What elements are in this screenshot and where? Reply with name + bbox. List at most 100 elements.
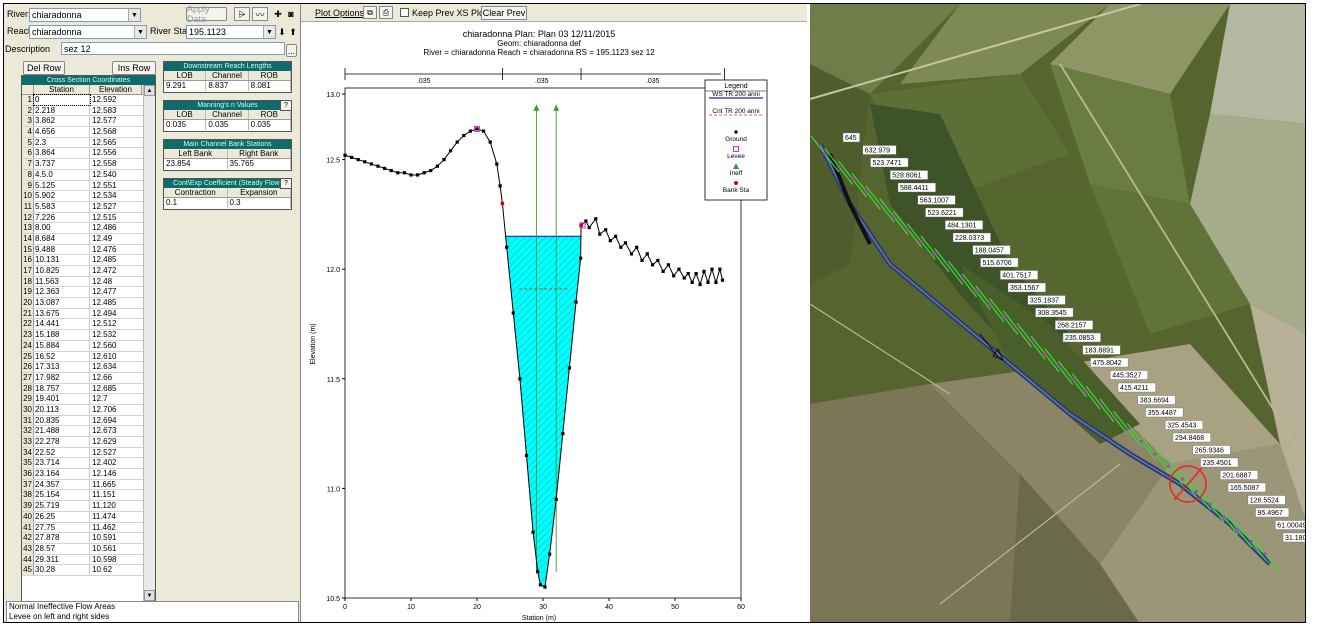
map-xs-label[interactable]: 228.0373 — [955, 235, 984, 242]
map-xs-label[interactable]: 61.00049 — [1277, 523, 1306, 530]
map-xs-label[interactable]: 235.0853 — [1065, 335, 1094, 342]
station-cell[interactable]: 21.488 — [34, 426, 90, 436]
row-number[interactable]: 24 — [22, 340, 34, 351]
row-number[interactable]: 43 — [22, 543, 34, 554]
row-number[interactable]: 31 — [22, 415, 34, 426]
station-cell[interactable]: 10.825 — [34, 266, 90, 276]
station-cell[interactable]: 17.313 — [34, 362, 90, 372]
table-row[interactable]: 8 4.5.0 12.540 — [22, 169, 155, 181]
print-icon[interactable]: ⎙ — [379, 6, 393, 19]
table-row[interactable]: 41 27.75 11.462 — [22, 522, 155, 534]
map-xs-label[interactable]: 268.2157 — [1057, 323, 1086, 330]
contraction-cell[interactable]: 0.1 — [164, 198, 228, 208]
row-number[interactable]: 5 — [22, 137, 34, 148]
table-row[interactable]: 19 12.363 12.477 — [22, 287, 155, 299]
row-number[interactable]: 23 — [22, 330, 34, 340]
elevation-cell[interactable]: 10.62 — [90, 565, 142, 575]
coordinates-table[interactable]: Cross Section Coordinates Station Elevat… — [21, 75, 156, 602]
elevation-cell[interactable]: 12.540 — [90, 170, 142, 180]
plot-ws-icon[interactable]: 〰 — [252, 7, 268, 21]
coordinates-scrollbar[interactable]: ▲ ▼ — [143, 85, 155, 601]
station-cell[interactable]: 10.131 — [34, 255, 90, 265]
elevation-cell[interactable]: 12.527 — [90, 448, 142, 458]
del-row-button[interactable]: Del Row — [23, 61, 65, 75]
station-cell[interactable]: 22.278 — [34, 437, 90, 447]
table-row[interactable]: 34 22.52 12.527 — [22, 447, 155, 459]
table-row[interactable]: 9 5.125 12.551 — [22, 180, 155, 192]
coefficients-help-button[interactable]: ? — [280, 178, 292, 189]
station-cell[interactable]: 4.5.0 — [34, 169, 90, 180]
station-cell[interactable]: 14.441 — [34, 319, 90, 330]
row-number[interactable]: 41 — [22, 522, 34, 533]
map-xs-label[interactable]: 165.5087 — [1230, 485, 1259, 492]
station-cell[interactable]: 20.113 — [34, 404, 90, 415]
chevron-down-icon[interactable]: ▼ — [128, 9, 140, 21]
table-row[interactable]: 45 30.28 10.62 — [22, 565, 155, 576]
station-cell[interactable]: 16.52 — [34, 351, 90, 362]
elevation-cell[interactable]: 12.49 — [90, 234, 142, 244]
row-number[interactable]: 2 — [22, 105, 34, 116]
elevation-cell[interactable]: 12.476 — [90, 245, 142, 255]
table-row[interactable]: 42 27.878 10.591 — [22, 533, 155, 544]
river-select[interactable]: chiaradonna ▼ — [29, 8, 141, 22]
clear-prev-button[interactable]: Clear Prev — [481, 6, 527, 20]
map-xs-label[interactable]: 632.979 — [865, 148, 890, 155]
plot-options-link[interactable]: Plot Options — [315, 8, 364, 18]
station-cell[interactable]: 13.087 — [34, 298, 90, 308]
map-xs-label[interactable]: 235.4501 — [1203, 460, 1232, 467]
map-xs-label[interactable]: 188.0457 — [975, 248, 1004, 255]
reach-select[interactable]: chiaradonna ▼ — [29, 25, 147, 39]
station-cell[interactable]: 18.757 — [34, 383, 90, 394]
map-xs-label[interactable]: 475.8042 — [1093, 360, 1122, 367]
table-row[interactable]: 7 3.737 12.558 — [22, 159, 155, 170]
row-number[interactable]: 45 — [22, 565, 34, 575]
row-number[interactable]: 6 — [22, 148, 34, 159]
table-row[interactable]: 22 14.441 12.512 — [22, 319, 155, 331]
row-number[interactable]: 30 — [22, 404, 34, 415]
elevation-cell[interactable]: 12.610 — [90, 352, 142, 362]
elevation-cell[interactable]: 12.583 — [90, 106, 142, 116]
row-number[interactable]: 16 — [22, 255, 34, 265]
elevation-cell[interactable]: 12.146 — [90, 469, 142, 479]
elevation-cell[interactable]: 11.120 — [90, 501, 142, 511]
elevation-cell[interactable]: 12.485 — [90, 255, 142, 265]
row-number[interactable]: 20 — [22, 298, 34, 308]
aerial-map[interactable]: 645 632.979 523.7471 528.8061 588.4411 563.10… — [810, 4, 1306, 623]
elevation-cell[interactable]: 12.512 — [90, 319, 142, 329]
elevation-cell[interactable]: 12.577 — [90, 116, 142, 126]
elevation-cell[interactable]: 12.472 — [90, 266, 142, 276]
station-cell[interactable]: 28.57 — [34, 543, 90, 554]
camera-icon[interactable]: ◙ — [283, 7, 299, 21]
station-cell[interactable]: 0 — [33, 94, 91, 106]
rob-length-cell[interactable]: 8.081 — [249, 81, 291, 91]
map-xs-label[interactable]: 31.1802 — [1285, 535, 1306, 542]
map-xs-label[interactable]: 325.4543 — [1167, 423, 1196, 430]
elevation-cell[interactable]: 10.598 — [90, 555, 142, 565]
table-row[interactable]: 38 25.154 11.151 — [22, 490, 155, 502]
station-cell[interactable]: 12.363 — [34, 287, 90, 298]
table-row[interactable]: 35 23.714 12.402 — [22, 458, 155, 470]
table-row[interactable]: 15 9.488 12.476 — [22, 244, 155, 256]
elevation-cell[interactable]: 12.694 — [90, 416, 142, 426]
map-xs-label[interactable]: 126.5524 — [1250, 498, 1279, 505]
ins-row-button[interactable]: Ins Row — [112, 61, 156, 75]
table-row[interactable]: 13 8.00 12.486 — [22, 223, 155, 234]
table-row[interactable]: 32 21.488 12.673 — [22, 426, 155, 437]
elevation-cell[interactable]: 12.685 — [90, 384, 142, 394]
right-bank-cell[interactable]: 35.765 — [228, 159, 291, 169]
table-row[interactable]: 10 5.902 12.534 — [22, 191, 155, 202]
elevation-cell[interactable]: 12.565 — [90, 138, 142, 148]
map-xs-label[interactable]: 588.4411 — [900, 185, 929, 192]
table-row[interactable]: 28 18.757 12.685 — [22, 383, 155, 395]
row-number[interactable]: 11 — [22, 201, 34, 212]
row-number[interactable]: 8 — [22, 169, 34, 180]
table-row[interactable]: 30 20.113 12.706 — [22, 404, 155, 416]
mannings-help-button[interactable]: ? — [280, 100, 292, 111]
elevation-cell[interactable]: 12.634 — [90, 362, 142, 372]
row-number[interactable]: 26 — [22, 362, 34, 372]
station-cell[interactable]: 13.675 — [34, 308, 90, 319]
table-row[interactable]: 24 15.884 12.560 — [22, 340, 155, 352]
map-xs-label[interactable]: 355.4487 — [1148, 410, 1177, 417]
row-number[interactable]: 32 — [22, 426, 34, 436]
station-cell[interactable]: 5.583 — [34, 201, 90, 212]
